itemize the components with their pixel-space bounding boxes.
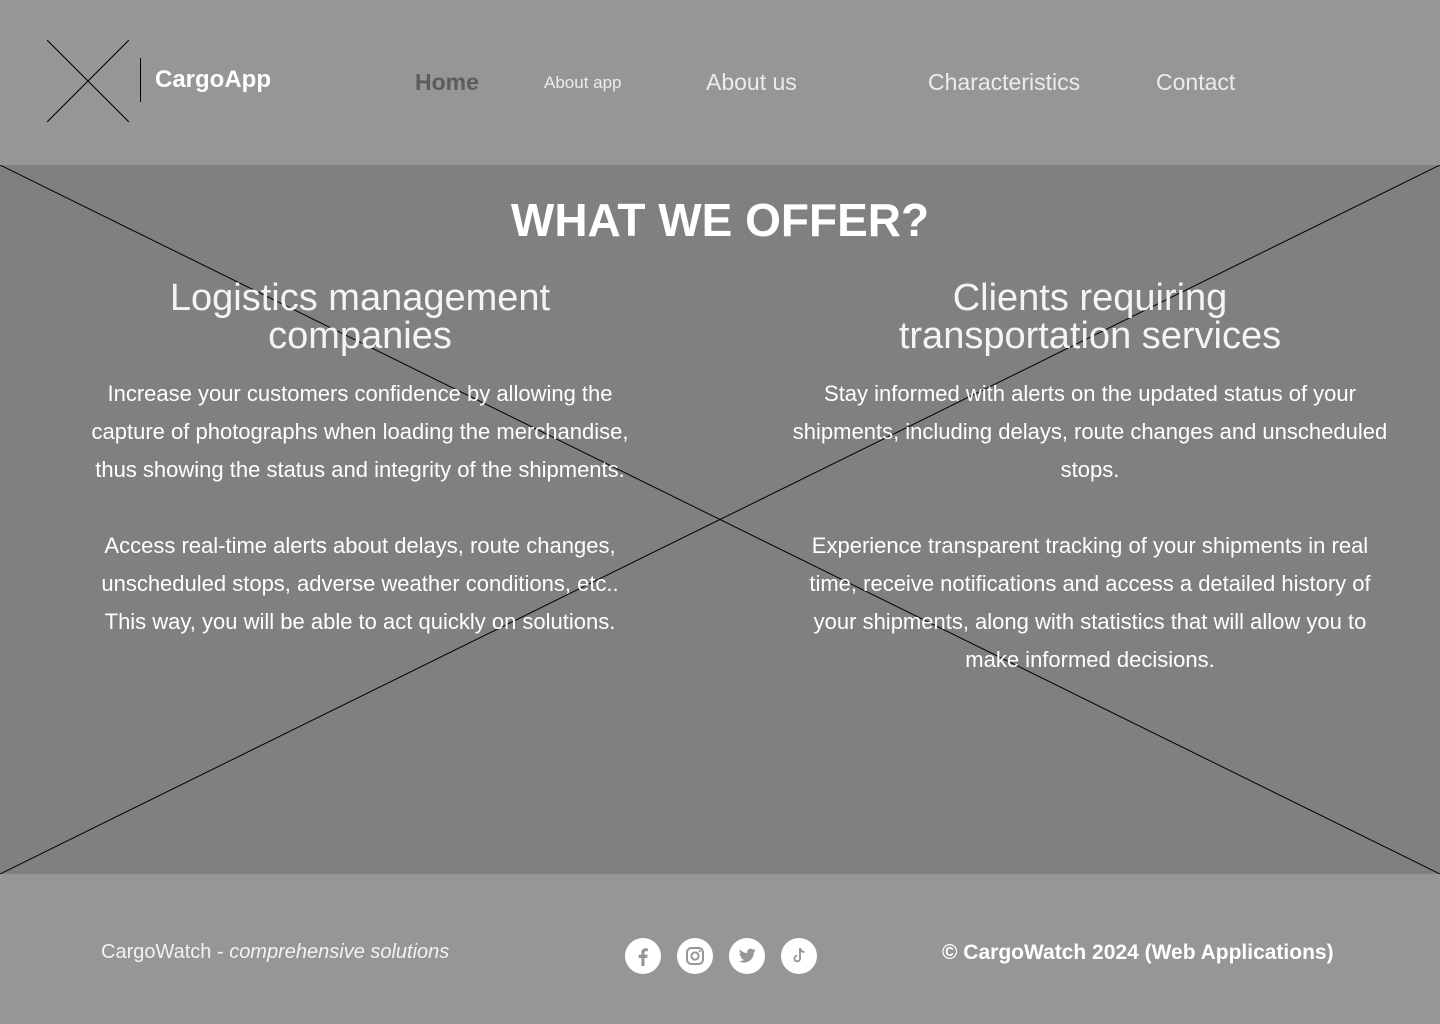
column-paragraph: Stay informed with alerts on the updated… (792, 381, 1388, 482)
heading-line: companies (268, 315, 452, 357)
column-logistics: Logistics management companies Increase … (80, 279, 640, 641)
social-links (625, 938, 817, 974)
column-clients: Clients requiring transportation service… (790, 279, 1390, 679)
column-heading: Logistics management companies (80, 279, 640, 355)
column-paragraph: Access real-time alerts about delays, ro… (101, 533, 619, 634)
offer-section: WHAT WE OFFER? Logistics management comp… (0, 165, 1440, 874)
nav-about-us-link[interactable]: About us (706, 69, 797, 96)
nav-about-app-link[interactable]: About app (544, 73, 622, 93)
column-paragraph: Experience transparent tracking of your … (809, 533, 1371, 672)
footer: CargoWatch - comprehensive solutions © C… (0, 874, 1440, 1024)
instagram-icon[interactable] (677, 938, 713, 974)
twitter-icon[interactable] (729, 938, 765, 974)
footer-brand: CargoWatch - (101, 941, 230, 963)
header: CargoApp Home About app About us Charact… (0, 0, 1440, 165)
footer-tagline: CargoWatch - comprehensive solutions (101, 941, 449, 964)
brand-name[interactable]: CargoApp (155, 66, 271, 94)
section-title: WHAT WE OFFER? (510, 194, 930, 246)
nav-home-link[interactable]: Home (415, 69, 479, 96)
heading-line: Logistics management (169, 277, 551, 319)
heading-line: Clients requiring (952, 277, 1228, 319)
column-heading: Clients requiring transportation service… (790, 279, 1390, 355)
heading-line: transportation services (898, 315, 1282, 357)
column-paragraph: Increase your customers confidence by al… (91, 381, 629, 482)
facebook-icon[interactable] (625, 938, 661, 974)
tiktok-icon[interactable] (781, 938, 817, 974)
placeholder-x-icon[interactable] (47, 40, 129, 122)
logo-divider (140, 58, 141, 102)
copyright-text: © CargoWatch 2024 (Web Applications) (942, 941, 1334, 964)
nav-contact-link[interactable]: Contact (1156, 69, 1235, 96)
nav-characteristics-link[interactable]: Characteristics (928, 69, 1080, 96)
footer-slogan: comprehensive solutions (229, 941, 450, 963)
